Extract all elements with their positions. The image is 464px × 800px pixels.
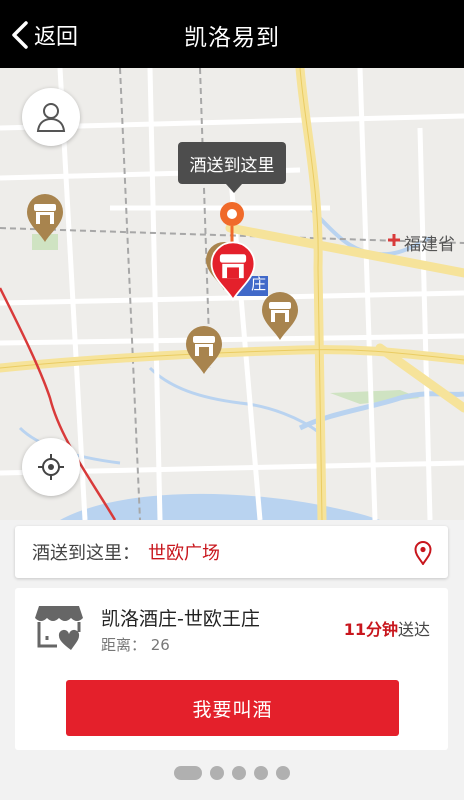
page-dot[interactable] bbox=[254, 766, 268, 780]
order-wine-button[interactable]: 我要叫酒 bbox=[66, 680, 399, 736]
delivery-eta: 11分钟送达 bbox=[344, 616, 430, 640]
location-marker-icon[interactable] bbox=[414, 541, 432, 565]
locate-icon bbox=[38, 454, 64, 480]
bottom-panel: 酒送到这里： 世欧广场 凯洛酒庄-世欧王庄 距离： 26 11分钟送达 我要叫酒 bbox=[0, 520, 464, 800]
map-place-label: 福建省 bbox=[404, 235, 455, 255]
eta-suffix: 送达 bbox=[397, 620, 430, 639]
delivery-address-bar[interactable]: 酒送到这里： 世欧广场 bbox=[15, 526, 448, 578]
page-dot[interactable] bbox=[210, 766, 224, 780]
user-profile-button[interactable] bbox=[22, 88, 80, 146]
address-label: 酒送到这里： bbox=[32, 543, 140, 564]
locate-button[interactable] bbox=[22, 438, 80, 496]
store-name: 凯洛酒庄-世欧王庄 bbox=[101, 608, 260, 630]
store-icon bbox=[35, 606, 83, 650]
page-dot[interactable] bbox=[276, 766, 290, 780]
delivery-location-pin-icon[interactable] bbox=[218, 200, 246, 242]
store-distance: 距离： 26 bbox=[101, 636, 170, 654]
user-icon bbox=[36, 103, 66, 132]
map-view[interactable]: 福建省 庄 酒送到这里 bbox=[0, 68, 464, 520]
store-card: 凯洛酒庄-世欧王庄 距离： 26 11分钟送达 我要叫酒 bbox=[15, 588, 448, 750]
store-pin-icon[interactable] bbox=[260, 290, 300, 342]
address-value: 世欧广场 bbox=[148, 543, 220, 564]
delivery-tooltip: 酒送到这里 bbox=[178, 142, 286, 193]
page-dot-active[interactable] bbox=[174, 766, 202, 780]
eta-time: 11分钟 bbox=[343, 620, 398, 639]
page-dot[interactable] bbox=[232, 766, 246, 780]
store-pin-icon[interactable] bbox=[184, 324, 224, 376]
top-navigation-bar: 返回 凯洛易到 bbox=[0, 0, 464, 68]
page-indicator bbox=[0, 766, 464, 780]
selected-store-pin-icon[interactable] bbox=[208, 240, 258, 302]
page-title: 凯洛易到 bbox=[184, 25, 280, 51]
store-pin-icon[interactable] bbox=[25, 192, 65, 244]
